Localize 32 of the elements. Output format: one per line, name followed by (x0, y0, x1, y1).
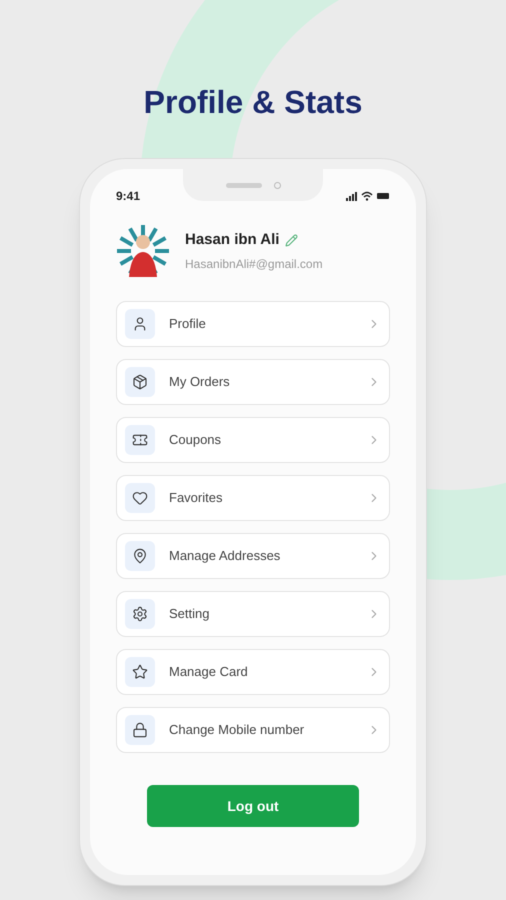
menu-item[interactable]: Manage Card (116, 649, 390, 695)
user-email: HasanibnAli#@gmail.com (185, 256, 323, 273)
menu-label: Manage Addresses (169, 547, 282, 566)
menu-label: Coupons (169, 431, 222, 450)
person-icon (132, 316, 148, 332)
menu-item[interactable]: Setting (116, 591, 390, 637)
status-icons (346, 191, 390, 201)
speaker-grille (226, 182, 262, 188)
star-icon (132, 664, 148, 680)
menu-item[interactable]: Favorites (116, 475, 390, 521)
package-icon (132, 374, 148, 390)
menu-label: Manage Card (169, 663, 249, 682)
menu-item[interactable]: Profile (116, 301, 390, 347)
page-heading: Profile & Stats (144, 83, 362, 122)
menu-item[interactable]: My Orders (116, 359, 390, 405)
ticket-icon (132, 432, 148, 448)
menu-item[interactable]: Change Mobile number (116, 707, 390, 753)
menu-item[interactable]: Coupons (116, 417, 390, 463)
menu-item[interactable]: Manage Addresses (116, 533, 390, 579)
heart-icon (132, 490, 148, 506)
menu-label: Setting (169, 605, 210, 624)
avatar-icon (117, 225, 169, 277)
user-name: Hasan ibn Ali (185, 230, 280, 250)
lock-icon (132, 722, 148, 738)
location-pin-icon (132, 548, 148, 564)
menu-label: Favorites (169, 489, 224, 508)
status-time: 9:41 (116, 188, 140, 205)
settings-icon (132, 606, 148, 622)
edit-icon[interactable] (285, 234, 298, 247)
menu-label: Profile (169, 315, 207, 334)
menu-label: My Orders (169, 373, 231, 392)
menu-label: Change Mobile number (169, 721, 306, 740)
